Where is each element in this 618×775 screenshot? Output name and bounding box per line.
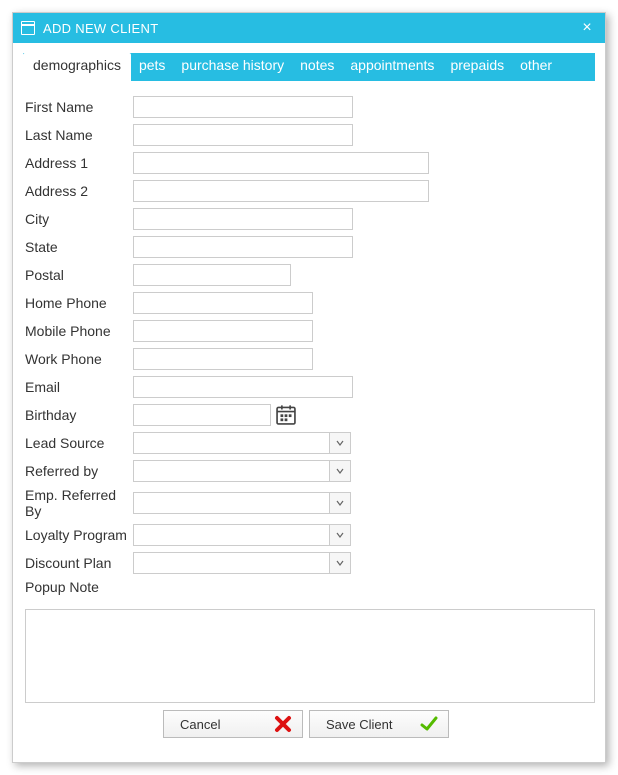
emp-referred-by-field[interactable]	[133, 492, 351, 514]
mobile-phone-label: Mobile Phone	[23, 323, 133, 339]
dialog-body: demographics pets purchase history notes…	[13, 43, 605, 762]
last-name-label: Last Name	[23, 127, 133, 143]
chevron-down-icon[interactable]	[329, 552, 351, 574]
discount-plan-input[interactable]	[133, 552, 329, 574]
postal-label: Postal	[23, 267, 133, 283]
referred-by-label: Referred by	[23, 463, 133, 479]
referred-by-field[interactable]	[133, 460, 351, 482]
address1-label: Address 1	[23, 155, 133, 171]
loyalty-program-input[interactable]	[133, 524, 329, 546]
cancel-icon	[274, 715, 292, 733]
tab-bar: demographics pets purchase history notes…	[23, 53, 595, 81]
email-field[interactable]	[133, 376, 353, 398]
state-field[interactable]	[133, 236, 353, 258]
lead-source-label: Lead Source	[23, 435, 133, 451]
titlebar: ADD NEW CLIENT ×	[13, 13, 605, 43]
chevron-down-icon[interactable]	[329, 432, 351, 454]
tab-purchase-history[interactable]: purchase history	[173, 53, 292, 81]
close-icon[interactable]: ×	[577, 19, 597, 37]
button-row: Cancel Save Client	[163, 710, 595, 744]
first-name-label: First Name	[23, 99, 133, 115]
loyalty-program-label: Loyalty Program	[23, 527, 133, 543]
first-name-field[interactable]	[133, 96, 353, 118]
cancel-button-label: Cancel	[180, 717, 274, 732]
address1-field[interactable]	[133, 152, 429, 174]
tab-other[interactable]: other	[512, 53, 560, 81]
tab-notes[interactable]: notes	[292, 53, 342, 81]
window-icon	[21, 21, 35, 35]
loyalty-program-field[interactable]	[133, 524, 351, 546]
save-client-button[interactable]: Save Client	[309, 710, 449, 738]
city-label: City	[23, 211, 133, 227]
tab-appointments[interactable]: appointments	[342, 53, 442, 81]
tab-prepaids[interactable]: prepaids	[442, 53, 512, 81]
last-name-field[interactable]	[133, 124, 353, 146]
save-client-button-label: Save Client	[326, 717, 420, 732]
postal-field[interactable]	[133, 264, 291, 286]
city-field[interactable]	[133, 208, 353, 230]
tab-demographics[interactable]: demographics	[23, 53, 131, 81]
work-phone-field[interactable]	[133, 348, 313, 370]
popup-note-label: Popup Note	[23, 579, 99, 595]
chevron-down-icon[interactable]	[329, 492, 351, 514]
address2-label: Address 2	[23, 183, 133, 199]
tab-pets[interactable]: pets	[131, 53, 173, 81]
birthday-label: Birthday	[23, 407, 133, 423]
discount-plan-field[interactable]	[133, 552, 351, 574]
emp-referred-by-input[interactable]	[133, 492, 329, 514]
popup-note-field[interactable]	[25, 609, 595, 703]
check-icon	[420, 715, 438, 733]
referred-by-input[interactable]	[133, 460, 329, 482]
chevron-down-icon[interactable]	[329, 524, 351, 546]
cancel-button[interactable]: Cancel	[163, 710, 303, 738]
window-title: ADD NEW CLIENT	[43, 21, 577, 36]
birthday-field[interactable]	[133, 404, 271, 426]
work-phone-label: Work Phone	[23, 351, 133, 367]
address2-field[interactable]	[133, 180, 429, 202]
lead-source-input[interactable]	[133, 432, 329, 454]
home-phone-label: Home Phone	[23, 295, 133, 311]
chevron-down-icon[interactable]	[329, 460, 351, 482]
lead-source-field[interactable]	[133, 432, 351, 454]
emp-referred-by-label: Emp. Referred By	[23, 487, 133, 519]
mobile-phone-field[interactable]	[133, 320, 313, 342]
email-label: Email	[23, 379, 133, 395]
state-label: State	[23, 239, 133, 255]
dialog-window: ADD NEW CLIENT × demographics pets purch…	[12, 12, 606, 763]
home-phone-field[interactable]	[133, 292, 313, 314]
calendar-icon[interactable]	[275, 404, 297, 426]
discount-plan-label: Discount Plan	[23, 555, 133, 571]
form-area: First Name Last Name Address 1 Address 2…	[23, 81, 595, 752]
